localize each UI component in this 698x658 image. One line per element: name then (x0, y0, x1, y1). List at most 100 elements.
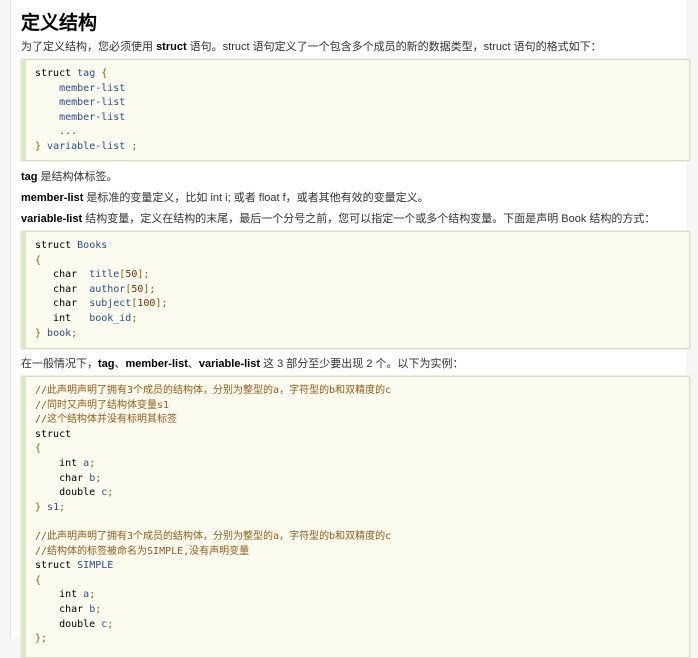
code-line: struct SIMPLE (35, 559, 689, 574)
code-line: struct tag { (35, 67, 689, 82)
code-token: char (35, 269, 90, 281)
code-line: } book; (35, 327, 689, 342)
code-token: struct (35, 428, 72, 440)
code-line: char b; (35, 603, 689, 618)
code-block-examples[interactable]: //此声明声明了拥有3个成员的结构体，分别为整型的a，字符型的b和双精度的c //… (21, 376, 690, 658)
code-token: { (35, 254, 42, 266)
code-token: int (35, 457, 84, 469)
code-examples[interactable]: //此声明声明了拥有3个成员的结构体，分别为整型的a，字符型的b和双精度的c //… (26, 377, 689, 647)
code-token: ]; (143, 283, 156, 295)
code-token: ; (71, 327, 78, 339)
code-token: //此声明声明了拥有3个成员的结构体，分别为整型的a，字符型的b和双精度的c (35, 385, 392, 396)
code-token: } (35, 140, 48, 152)
note-term-tag: tag (98, 358, 115, 370)
desc-tag: tag 是结构体标签。 (21, 170, 118, 184)
code-token: int (35, 312, 90, 324)
code-books[interactable]: struct Books{ char title[50]; char autho… (26, 232, 689, 341)
code-token: ; (107, 618, 114, 630)
code-line: //此声明声明了拥有3个成员的结构体，分别为整型的a，字符型的b和双精度的c (35, 530, 689, 545)
code-token: book (47, 327, 72, 339)
article-page: 定义结构 为了定义结构，您必须使用 struct 语句。struct 语句定义了… (10, 0, 690, 658)
desc-member-list-text: 是标准的变量定义，比如 int i; 或者 float f，或者其他有效的变量定… (83, 192, 429, 204)
note-paragraph: 在一般情况下，tag、member-list、variable-list 这 3… (21, 357, 464, 371)
code-block-books[interactable]: struct Books{ char title[50]; char autho… (21, 231, 690, 349)
code-token: member-list (59, 82, 126, 94)
code-token: double (35, 618, 102, 630)
code-token: ]; (137, 269, 150, 281)
code-token: 50 (125, 269, 138, 281)
code-token: ]; (155, 298, 168, 310)
code-token: //此声明声明了拥有3个成员的结构体，分别为整型的a，字符型的b和双精度的c (35, 530, 392, 542)
code-syntax[interactable]: struct tag { member-list member-list mem… (26, 60, 689, 155)
code-token: member-list (59, 97, 126, 109)
code-token: { (35, 443, 42, 455)
code-token: //同时又声明了结构体变量s1 (35, 399, 170, 411)
code-line: } s1; (35, 501, 689, 516)
code-line: struct (35, 428, 689, 443)
code-line: char subject[100]; (35, 297, 689, 312)
code-token: struct (35, 68, 78, 79)
code-token: ; (95, 472, 102, 484)
code-line: member-list (35, 96, 689, 111)
code-token: //这个结构体并没有标明其标签 (35, 414, 178, 426)
term-variable-list: variable-list (21, 213, 83, 225)
code-line: } variable-list ; (35, 140, 689, 155)
code-token: 100 (137, 298, 156, 310)
code-token: ... (59, 126, 78, 138)
code-token: ; (89, 457, 96, 469)
code-line: member-list (35, 111, 689, 126)
code-line: //同时又声明了结构体变量s1 (35, 399, 689, 414)
code-token: struct (35, 560, 78, 572)
code-token: 50 (131, 283, 144, 295)
intro-text-b: 语句。struct 语句定义了一个包含多个成员的新的数据类型，struct 语句… (186, 41, 602, 53)
code-line: { (35, 574, 689, 589)
term-member-list: member-list (21, 192, 84, 204)
code-token: book_id (89, 312, 132, 324)
code-token: author (89, 283, 126, 295)
code-token: char (35, 603, 90, 615)
code-token: char (35, 283, 90, 295)
code-token: title (89, 269, 120, 281)
code-line: }; (35, 632, 689, 647)
desc-variable-list: variable-list 结构变量，定义在结构的末尾，最后一个分号之前，您可以… (21, 212, 655, 226)
note-term-variable-list: variable-list (198, 358, 260, 370)
code-line: //此声明声明了拥有3个成员的结构体，分别为整型的a，字符型的b和双精度的c (35, 384, 689, 399)
code-token: } (35, 327, 48, 339)
code-block-syntax[interactable]: struct tag { member-list member-list mem… (21, 59, 690, 161)
note-text-a: 在一般情况下， (21, 358, 98, 370)
note-text-b: 这 3 部分至少要出现 2 个。以下为实例： (260, 358, 464, 370)
code-token: s1 (47, 501, 60, 513)
code-token: Books (77, 240, 108, 251)
code-token: ; (107, 487, 114, 499)
code-token: //结构体的标签被命名为SIMPLE,没有声明变量 (35, 545, 250, 557)
term-tag: tag (21, 171, 38, 183)
code-line (35, 515, 689, 530)
code-token: double (35, 487, 102, 499)
page-border (10, 0, 11, 639)
code-token: { (35, 574, 42, 586)
code-token: char (35, 472, 90, 484)
code-line: char title[50]; (35, 268, 689, 283)
code-token: } (35, 501, 48, 513)
intro-keyword: struct (156, 41, 187, 53)
code-token: ; (131, 312, 138, 324)
note-sep-1: 、 (114, 358, 126, 370)
code-line: double c; (35, 618, 689, 633)
code-token: SIMPLE (77, 560, 114, 572)
desc-tag-text: 是结构体标签。 (37, 171, 118, 183)
code-token: ; (89, 589, 96, 601)
code-line: { (35, 254, 689, 269)
code-token: member-list (59, 111, 126, 123)
code-token: int (35, 589, 84, 601)
desc-member-list: member-list 是标准的变量定义，比如 int i; 或者 float … (21, 191, 429, 205)
code-line: int book_id; (35, 312, 689, 327)
code-line: //这个结构体并没有标明其标签 (35, 413, 689, 428)
code-line: double c; (35, 486, 689, 501)
code-token: { (101, 68, 108, 79)
code-line: ... (35, 125, 689, 140)
